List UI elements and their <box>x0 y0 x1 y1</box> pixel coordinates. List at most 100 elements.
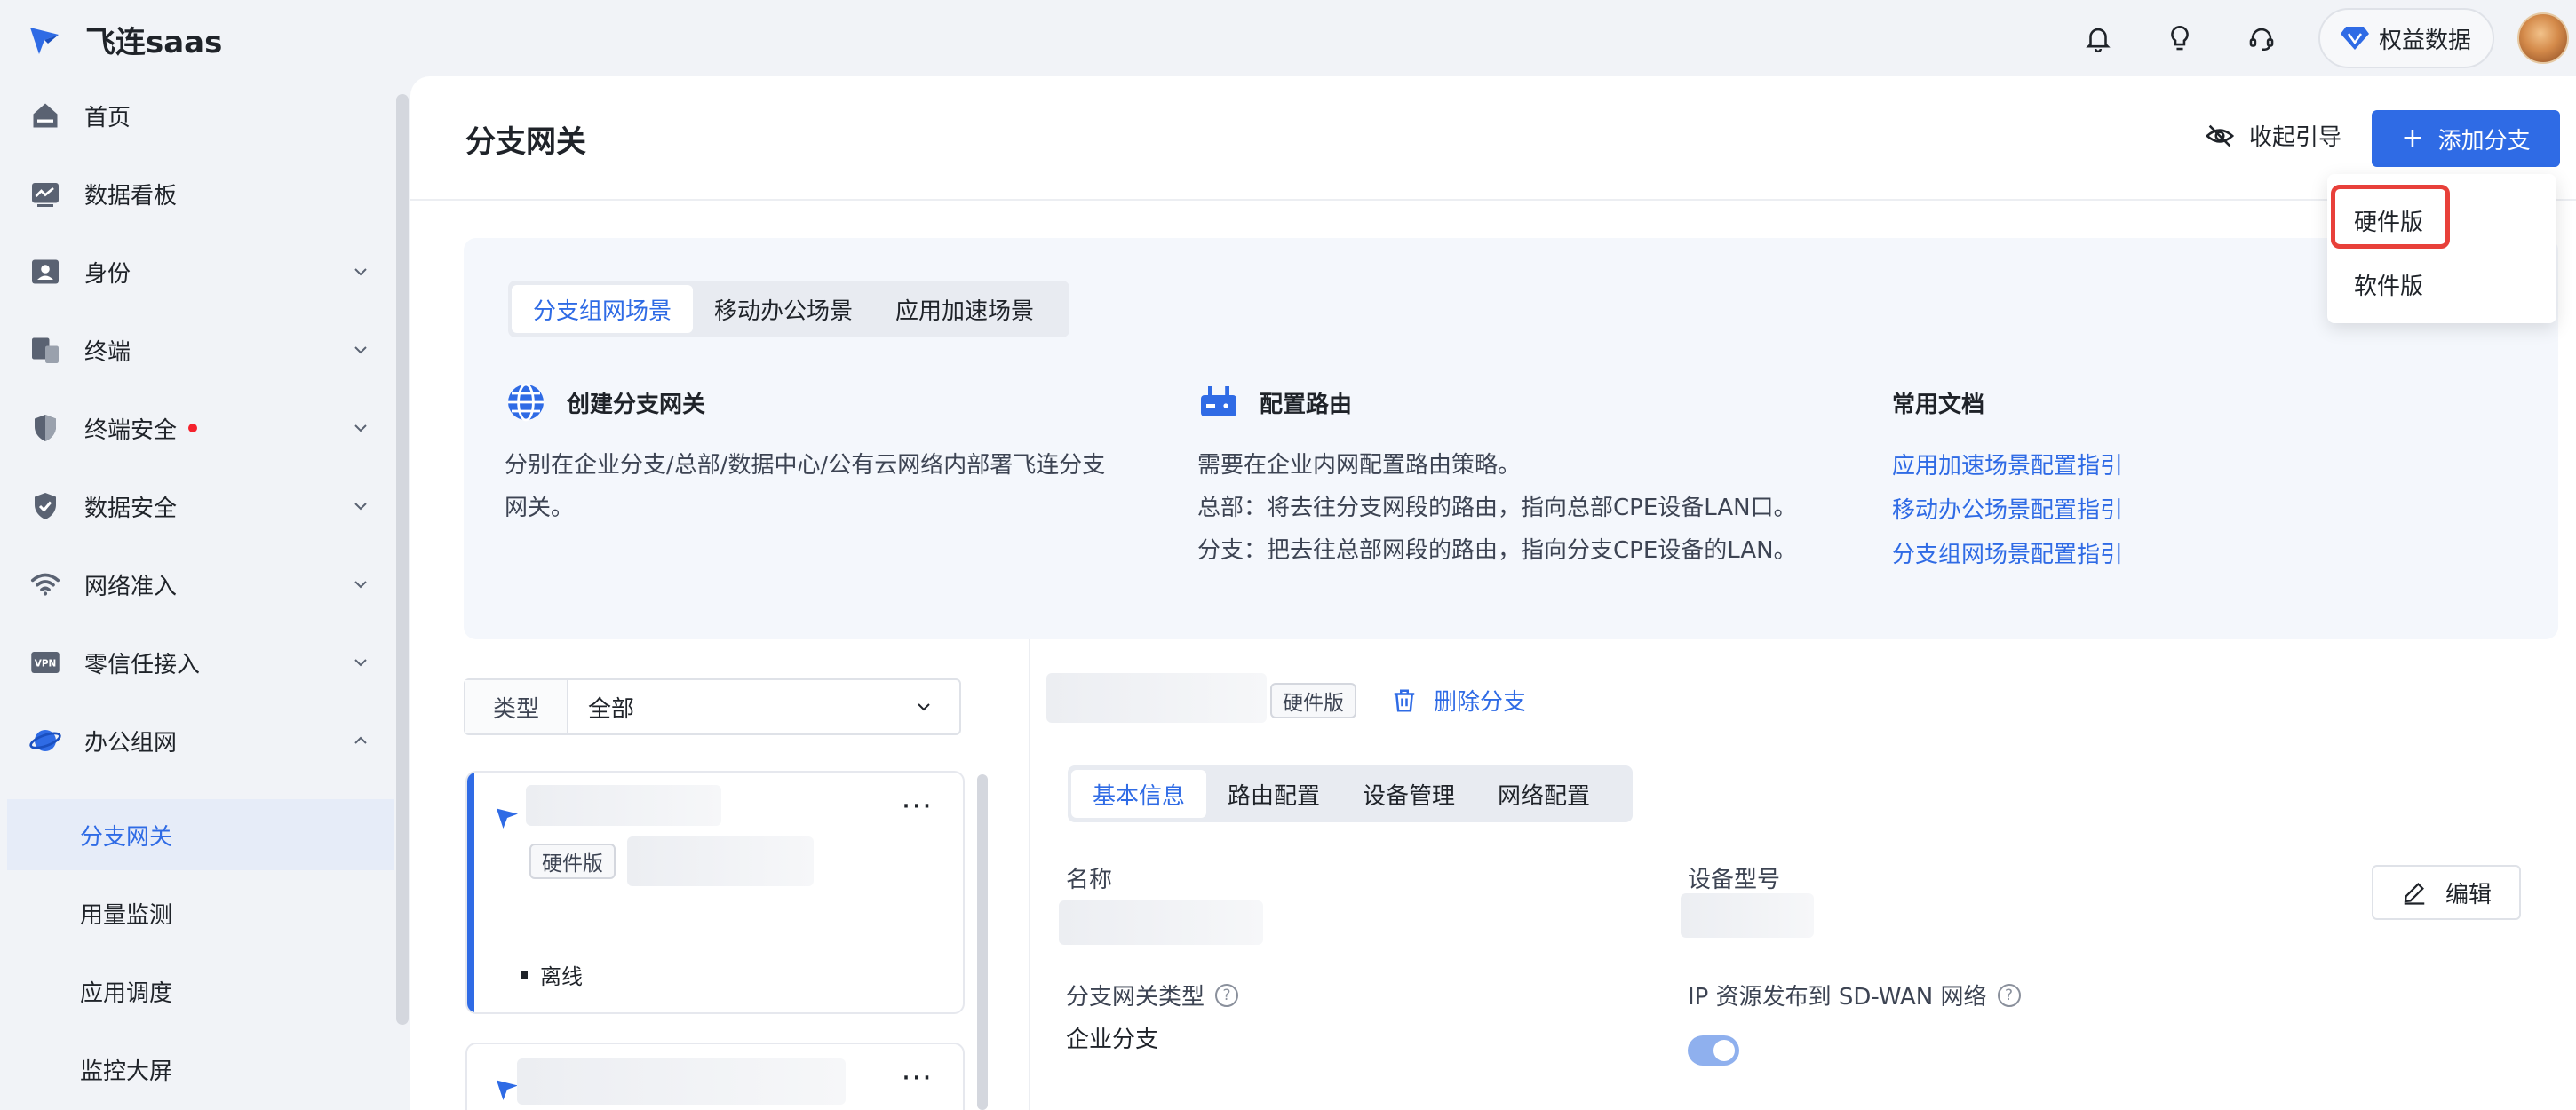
list-scrollbar[interactable] <box>977 774 988 1110</box>
edit-button[interactable]: 编辑 <box>2372 865 2521 920</box>
app-logo[interactable]: 飞连saas <box>27 18 222 61</box>
tab-network-config[interactable]: 网络配置 <box>1476 770 1611 818</box>
globe-icon <box>508 383 544 422</box>
lightbulb-icon[interactable] <box>2155 13 2205 63</box>
tab-branch-network-scene[interactable]: 分支组网场景 <box>512 285 694 333</box>
type-filter[interactable]: 类型 全部 <box>464 678 961 735</box>
shield-check-icon <box>28 489 62 523</box>
delete-branch-button[interactable]: 删除分支 <box>1391 684 1526 717</box>
sidebar-item-label: 身份 <box>84 260 131 288</box>
selected-indicator <box>467 773 474 1012</box>
hardware-version-tag: 硬件版 <box>529 844 616 879</box>
sidebar-item-label: 数据安全 <box>84 495 178 522</box>
sidebar-subitem-label: 监控大屏 <box>80 1058 173 1085</box>
guide-configure-route: 配置路由 需要在企业内网配置路由策略。 总部：将去往分支网段的路由，指向总部CP… <box>1197 380 1797 572</box>
collapse-guide-button[interactable]: 收起引导 <box>2205 119 2341 152</box>
rights-data-button[interactable]: 权益数据 <box>2318 8 2494 68</box>
trash-icon <box>1394 689 1415 711</box>
add-branch-label: 添加分支 <box>2437 127 2531 155</box>
main-panel: 分支网关 收起引导 + 添加分支 分支组网场景 移动办公场景 应用加速场景 创建… <box>410 76 2576 1110</box>
tab-basic-info[interactable]: 基本信息 <box>1071 770 1207 818</box>
dropdown-option-software[interactable]: 软件版 <box>2354 268 2423 301</box>
more-actions-icon[interactable]: ··· <box>902 789 933 824</box>
model-field-label: 设备型号 <box>1688 867 1781 893</box>
scene-tabs: 分支组网场景 移动办公场景 应用加速场景 <box>508 281 1069 337</box>
pencil-icon <box>2404 883 2425 905</box>
name-value-redacted <box>1059 900 1263 945</box>
sidebar-item-home[interactable]: 首页 <box>0 76 391 155</box>
sidebar-subitem-branch-gateway[interactable]: 分支网关 <box>7 799 394 870</box>
sidebar-item-data-security[interactable]: 数据安全 <box>0 467 391 545</box>
page-header: 分支网关 收起引导 + 添加分支 <box>410 76 2576 201</box>
sidebar-item-zero-trust[interactable]: VPN 零信任接入 <box>0 623 391 702</box>
chevron-down-icon <box>918 703 930 711</box>
svg-text:VPN: VPN <box>35 659 57 670</box>
add-branch-button[interactable]: + 添加分支 <box>2372 110 2560 167</box>
sidebar-subitem-app-scheduling[interactable]: 应用调度 <box>7 955 394 1027</box>
plus-icon: + <box>2401 123 2424 154</box>
sidebar-item-identity[interactable]: 身份 <box>0 233 391 311</box>
tab-app-acceleration-scene[interactable]: 应用加速场景 <box>874 285 1055 333</box>
help-icon[interactable]: ? <box>1997 983 2021 1007</box>
sidebar-subitem-monitor-screen[interactable]: 监控大屏 <box>7 1034 394 1105</box>
sidebar-scrollbar[interactable] <box>396 94 409 1025</box>
notification-bell-icon[interactable] <box>2073 13 2123 63</box>
branch-card[interactable]: ··· <box>465 1043 965 1110</box>
sidebar-item-network-access[interactable]: 网络准入 <box>0 545 391 623</box>
doc-link-mobile-office[interactable]: 移动办公场景配置指引 <box>1892 488 2123 533</box>
sidebar-item-terminal-security[interactable]: 终端安全 <box>0 389 391 467</box>
top-bar: 飞连saas 权益数据 <box>0 0 2576 76</box>
branch-name-redacted <box>526 785 721 826</box>
page-title: 分支网关 <box>465 124 586 160</box>
branch-info-redacted <box>627 836 814 886</box>
model-value-redacted <box>1681 893 1814 938</box>
dashboard-chart-icon <box>28 177 62 210</box>
eye-off-icon <box>2205 124 2235 147</box>
sidebar-item-terminal[interactable]: 终端 <box>0 311 391 389</box>
guide-title: 常用文档 <box>1892 391 1985 418</box>
guide-create-gateway: 创建分支网关 分别在企业分支/总部/数据中心/公有云网络内部署飞连分支 网关。 <box>505 380 1105 529</box>
sidebar-item-label: 数据看板 <box>84 182 178 210</box>
sidebar-item-label: 零信任接入 <box>84 651 201 678</box>
sidebar-item-label: 终端安全 <box>84 416 178 444</box>
type-filter-select[interactable]: 全部 <box>568 680 959 733</box>
feilian-logo-icon <box>30 27 59 54</box>
gateway-type-label: 分支网关类型 ? <box>1066 979 1239 1011</box>
help-icon[interactable]: ? <box>1215 983 1239 1007</box>
tab-device-management[interactable]: 设备管理 <box>1341 770 1476 818</box>
add-branch-dropdown: 硬件版 软件版 <box>2327 174 2556 323</box>
guide-card: 分支组网场景 移动办公场景 应用加速场景 创建分支网关 分别在企业分支/总部/数… <box>464 238 2558 639</box>
doc-link-branch-network[interactable]: 分支组网场景配置指引 <box>1892 533 2123 577</box>
guide-text: 分别在企业分支/总部/数据中心/公有云网络内部署飞连分支 网关。 <box>505 452 1106 521</box>
doc-link-app-acceleration[interactable]: 应用加速场景配置指引 <box>1892 444 2123 488</box>
devices-icon <box>28 333 62 367</box>
guide-common-docs: 常用文档 应用加速场景配置指引 移动办公场景配置指引 分支组网场景配置指引 <box>1892 380 2123 577</box>
sidebar-subitem-usage-monitor[interactable]: 用量监测 <box>7 877 394 948</box>
sidebar-item-office-network[interactable]: 办公组网 <box>0 702 391 780</box>
chevron-down-icon <box>354 659 367 667</box>
sidebar-item-label: 首页 <box>84 104 131 131</box>
tab-route-config[interactable]: 路由配置 <box>1206 770 1341 818</box>
collapse-guide-label: 收起引导 <box>2249 124 2342 151</box>
chevron-down-icon <box>354 346 367 354</box>
branch-card-selected[interactable]: ··· 硬件版 离线 <box>465 771 965 1014</box>
guide-title: 配置路由 <box>1260 391 1353 418</box>
tab-mobile-office-scene[interactable]: 移动办公场景 <box>693 285 874 333</box>
panel-divider <box>1029 639 1030 1110</box>
home-icon <box>28 99 62 132</box>
diamond-icon <box>2340 27 2369 50</box>
ip-publish-toggle[interactable] <box>1688 1035 1739 1066</box>
user-avatar[interactable] <box>2517 12 2569 64</box>
type-filter-label: 类型 <box>465 680 568 733</box>
router-icon <box>1201 386 1236 416</box>
vpn-icon: VPN <box>28 646 62 679</box>
sidebar-item-dashboard[interactable]: 数据看板 <box>0 155 391 233</box>
more-actions-icon[interactable]: ··· <box>902 1060 933 1096</box>
sidebar-subitem-label: 应用调度 <box>80 979 173 1007</box>
name-field-label: 名称 <box>1066 867 1113 893</box>
branch-name-redacted <box>517 1058 846 1105</box>
dropdown-option-hardware[interactable]: 硬件版 <box>2354 204 2423 237</box>
sidebar-item-label: 办公组网 <box>84 729 178 757</box>
customer-service-headset-icon[interactable] <box>2237 13 2286 63</box>
id-card-icon <box>28 255 62 289</box>
